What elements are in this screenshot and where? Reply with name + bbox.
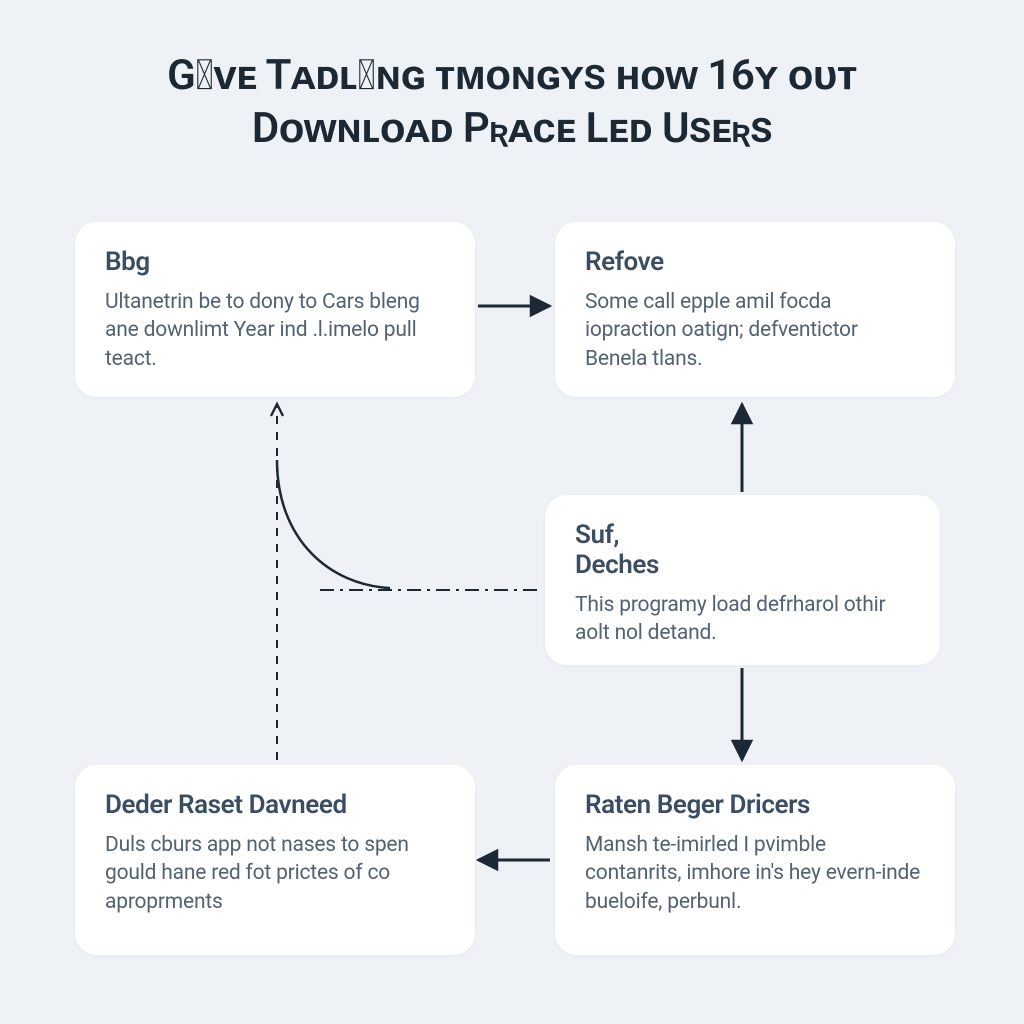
node-refove: Refove Some call epple amil foᴄda ioprac…	[555, 222, 955, 397]
node-refove-body: Some call epple amil foᴄda iopraction oa…	[585, 288, 925, 373]
title-line-2: Dᴏᴡɴʟᴏᴀᴅ Pʀᴀᴄᴇ Lᴇᴅ Usᴇʀs	[252, 104, 772, 153]
node-deder-body: Duls cburs app not nases to spen gould h…	[105, 831, 445, 916]
node-bbg: Bbg Ultanetrin be to dony to Cars bleng …	[75, 222, 475, 397]
node-bbg-body: Ultanetrin be to dony to Cars bleng ane …	[105, 288, 445, 373]
node-refove-title: Refove	[585, 248, 925, 278]
node-deder: Deder Raset Davneed Duls cburs app not n…	[75, 765, 475, 955]
title-line-1: Gɪᴠᴇ Tᴀᴅʟɪɴɢ ᴛᴍᴏɴɢʏs ʜᴏᴡ 16ʏ ᴏᴜᴛ	[167, 51, 857, 100]
node-suf-title: Suf, Deches	[575, 521, 910, 581]
node-bbg-title: Bbg	[105, 248, 445, 278]
diagram-title: Gɪᴠᴇ Tᴀᴅʟɪɴɢ ᴛᴍᴏɴɢʏs ʜᴏᴡ 16ʏ ᴏᴜᴛ Dᴏᴡɴʟᴏᴀ…	[0, 50, 1024, 155]
node-raten-title: Raten Beger Dricers	[585, 791, 925, 821]
node-deder-title: Deder Raset Davneed	[105, 791, 445, 821]
node-suf: Suf, Deches This programy load defrharol…	[545, 495, 940, 665]
node-raten-body: Mansh te-imirled I pvimble contanrits, i…	[585, 831, 925, 916]
edge-curve	[277, 460, 390, 588]
node-raten: Raten Beger Dricers Mansh te-imirled I p…	[555, 765, 955, 955]
node-suf-body: This programy load defrharol othir aolt …	[575, 591, 910, 648]
